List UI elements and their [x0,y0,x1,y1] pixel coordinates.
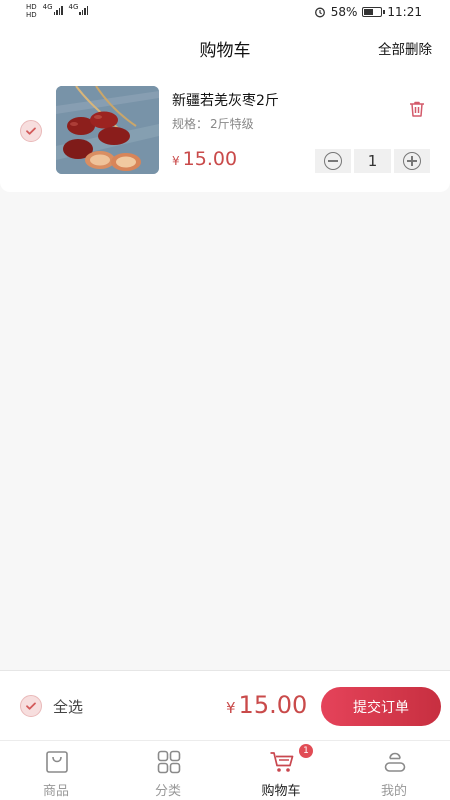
spec-value: 2斤特级 [210,117,254,131]
battery-icon [362,7,386,17]
tab-mine[interactable]: 我的 [338,741,450,800]
sim1-label: HD [26,3,37,11]
price-value: 15.00 [182,148,238,170]
tab-products[interactable]: 商品 [0,741,112,800]
total-currency: ¥ [226,699,236,717]
checkmark-icon [26,702,36,710]
product-spec: 规格： 2斤特级 [172,115,256,132]
delete-all-button[interactable]: 全部删除 [378,38,432,58]
status-right: 58% 11:21 [314,5,422,19]
signal-group: HD HD 4G 4G [26,3,89,19]
quantity-stepper: 1 [315,149,430,173]
cart-icon [270,752,294,772]
spec-label: 规格： [172,117,209,131]
grid-icon [157,750,181,774]
minus-icon [324,152,342,170]
battery-percent: 58% [330,5,358,19]
tab-cart[interactable]: 1 购物车 [225,741,337,800]
network2-label: 4G [68,3,79,11]
sim2-label: HD [26,11,37,19]
tab-bar: 商品 分类 1 购物车 我的 [0,740,450,800]
clock: 11:21 [387,5,422,19]
tab-mine-label: 我的 [380,784,407,799]
tab-categories-label: 分类 [154,784,181,799]
checkmark-icon [26,127,36,135]
jujube-image-icon [56,86,159,174]
trash-icon[interactable] [407,99,427,119]
product-price: ¥15.00 [172,148,237,170]
signal1-icon [53,3,63,15]
price-currency: ¥ [172,154,180,168]
network1-label: 4G [42,3,53,11]
item-checkbox[interactable] [20,120,42,142]
select-all-label[interactable]: 全选 [53,696,83,717]
quantity-value[interactable]: 1 [354,149,391,173]
status-bar: HD HD 4G 4G 58% 11:21 [0,0,450,24]
decrease-button[interactable] [315,149,351,173]
tab-products-label: 商品 [42,784,69,799]
tab-cart-label: 购物车 [261,784,301,799]
tab-categories[interactable]: 分类 [112,741,224,800]
header: 购物车 全部删除 [0,24,450,68]
bag-icon [46,751,68,773]
checkout-bar: 全选 ¥15.00 提交订单 [0,670,450,740]
user-icon [384,752,406,772]
submit-order-button[interactable]: 提交订单 [321,687,441,726]
alarm-icon [314,7,325,18]
select-all-checkbox[interactable] [20,695,42,717]
cart-badge: 1 [299,744,313,758]
plus-icon [403,152,421,170]
product-thumbnail[interactable] [56,86,159,174]
product-name[interactable]: 新疆若羌灰枣2斤 [172,90,279,110]
total-value: 15.00 [238,691,308,719]
cart-item-card: 新疆若羌灰枣2斤 规格： 2斤特级 ¥15.00 1 [0,68,450,192]
increase-button[interactable] [394,149,430,173]
signal2-icon [79,3,89,15]
total-price: ¥15.00 [226,691,307,719]
